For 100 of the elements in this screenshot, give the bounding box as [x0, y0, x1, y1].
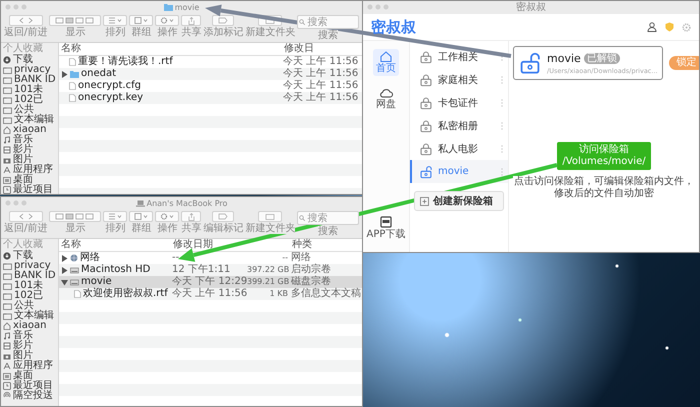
sidebar-item[interactable]: 101未: [3, 85, 56, 95]
date-column-header[interactable]: 修改日期: [171, 239, 246, 251]
phone-app-icon: [380, 216, 392, 228]
folder-icon: [3, 272, 12, 280]
window-controls-icon[interactable]: [367, 4, 389, 10]
nav-item[interactable]: 网盘: [373, 86, 399, 112]
sidebar-item[interactable]: 下载: [3, 251, 56, 261]
sidebar-item[interactable]: privacy: [3, 261, 56, 271]
back-forward-icon: [18, 17, 34, 24]
back-forward-button[interactable]: [8, 211, 43, 222]
download-icon: [3, 252, 11, 260]
view-button[interactable]: [49, 15, 102, 26]
view-button[interactable]: [49, 211, 102, 222]
sidebar-item[interactable]: 文本编辑: [3, 115, 56, 125]
name-column-header[interactable]: 名称: [59, 43, 282, 55]
desktop-icon: [3, 176, 11, 184]
file-row[interactable]: 网络 -- -- 网络: [59, 252, 362, 264]
sidebar-item[interactable]: 影片: [3, 341, 56, 351]
toolbar-label: 返回/前进: [4, 27, 48, 38]
sidebar-item[interactable]: 公共: [3, 301, 56, 311]
file-row[interactable]: onedat 今天 上午 11:56: [59, 68, 362, 80]
tooltip-path: /Volumes/movie/: [562, 156, 646, 168]
window-controls-icon[interactable]: [5, 200, 27, 206]
name-column-header[interactable]: 名称: [59, 239, 171, 251]
file-row[interactable]: 重要！请先读我！.rtf 今天 上午 11:56: [59, 56, 362, 68]
back-forward-button[interactable]: [8, 15, 43, 26]
window-controls-icon[interactable]: [5, 4, 27, 10]
search-icon: [299, 19, 306, 25]
group-button[interactable]: [129, 211, 154, 222]
sidebar-item[interactable]: xiaoan: [3, 321, 56, 331]
file-row[interactable]: Macintosh HD 12 下午1:11 397.22 GB 启动宗卷: [59, 264, 362, 276]
sidebar-item[interactable]: 下载: [3, 55, 56, 65]
sidebar-item[interactable]: 最近项目: [3, 185, 56, 194]
vault-item[interactable]: 工作相关: [410, 45, 508, 68]
folder-icon: [3, 302, 12, 310]
sidebar-item[interactable]: 应用程序: [3, 361, 56, 371]
toolbar-label: 编辑标记: [203, 223, 244, 234]
size-cell-text: 1 KB: [268, 288, 289, 300]
vault-item[interactable]: movie: [410, 160, 508, 183]
view-mode-icon: [55, 213, 96, 220]
action-button[interactable]: [155, 15, 180, 26]
vault-item[interactable]: 私人电影: [410, 137, 508, 160]
home-icon: [380, 51, 392, 62]
tag-button[interactable]: [212, 211, 234, 222]
view-mode-icon: [55, 17, 96, 24]
toolbar-label: 共享: [181, 223, 202, 234]
sidebar-item[interactable]: 文本编辑: [3, 311, 56, 321]
action-button[interactable]: [155, 211, 180, 222]
date-column-header[interactable]: 修改日: [282, 43, 362, 55]
tag-button[interactable]: [212, 15, 234, 26]
sidebar-item[interactable]: 101未: [3, 281, 56, 291]
sidebar-item[interactable]: 图片: [3, 351, 56, 361]
sidebar-item[interactable]: 桌面: [3, 371, 56, 381]
share-icon: [188, 16, 195, 24]
create-vault-button[interactable]: 创建新保险箱: [414, 191, 504, 211]
nav-item[interactable]: APP下载: [364, 214, 408, 242]
toolbar-label: 新建文件夹: [245, 223, 296, 234]
toolbar-label: 排列: [105, 27, 126, 38]
file-row[interactable]: movie 今天 下午 12:29399.21 GB 磁盘宗卷: [59, 276, 362, 288]
sidebar-item[interactable]: BANK ID: [3, 75, 56, 85]
sidebar-item[interactable]: 应用程序: [3, 165, 56, 175]
sidebar-item[interactable]: 102已: [3, 291, 56, 301]
file-name: onecrypt.cfg: [78, 80, 141, 92]
file-row[interactable]: 欢迎使用密叔叔.rtf 今天 上午 11:56 1 KB 多信息文本文稿: [59, 288, 362, 300]
sidebar-item[interactable]: 音乐: [3, 331, 56, 341]
vault-item[interactable]: 家庭相关: [410, 68, 508, 91]
toolbar-label: 共享: [181, 27, 202, 38]
toolbar-label: 搜索: [318, 30, 338, 41]
kind-column-header[interactable]: 种类: [290, 239, 361, 251]
file-row[interactable]: onecrypt.key 今天 上午 11:56: [59, 92, 362, 104]
date-cell-text: --: [171, 252, 180, 264]
share-button[interactable]: [181, 15, 202, 26]
sidebar-item[interactable]: 最近项目: [3, 381, 56, 391]
arrange-button[interactable]: [103, 211, 128, 222]
sidebar-item[interactable]: 公共: [3, 105, 56, 115]
sidebar-item[interactable]: 桌面: [3, 175, 56, 185]
home-icon: [3, 126, 11, 134]
file-row[interactable]: onecrypt.cfg 今天 上午 11:56: [59, 80, 362, 92]
toolbar-label: 操作: [157, 27, 178, 38]
share-button[interactable]: [181, 211, 202, 222]
new-folder-button[interactable]: [258, 211, 282, 222]
date-cell: 今天 上午 11:56: [171, 288, 246, 300]
drive-icon: [70, 278, 79, 286]
vault-name: movie: [547, 52, 581, 64]
sidebar-item[interactable]: 102已: [3, 95, 56, 105]
arrange-button[interactable]: [103, 15, 128, 26]
sidebar-item[interactable]: privacy: [3, 65, 56, 75]
sidebar-item[interactable]: 图片: [3, 155, 56, 165]
search-field[interactable]: 搜索: [297, 15, 359, 29]
search-field[interactable]: 搜索: [297, 211, 359, 225]
sidebar-item[interactable]: 音乐: [3, 135, 56, 145]
group-button[interactable]: [129, 15, 154, 26]
vault-item[interactable]: 卡包证件: [410, 91, 508, 114]
vault-item[interactable]: 私密相册: [410, 114, 508, 137]
sidebar-item[interactable]: 隔空投送: [3, 391, 56, 401]
sidebar-item[interactable]: xiaoan: [3, 125, 56, 135]
file-name: 网络: [80, 252, 100, 264]
user-icon: [647, 22, 657, 32]
sidebar-item[interactable]: 影片: [3, 145, 56, 155]
sidebar-item[interactable]: BANK ID: [3, 271, 56, 281]
